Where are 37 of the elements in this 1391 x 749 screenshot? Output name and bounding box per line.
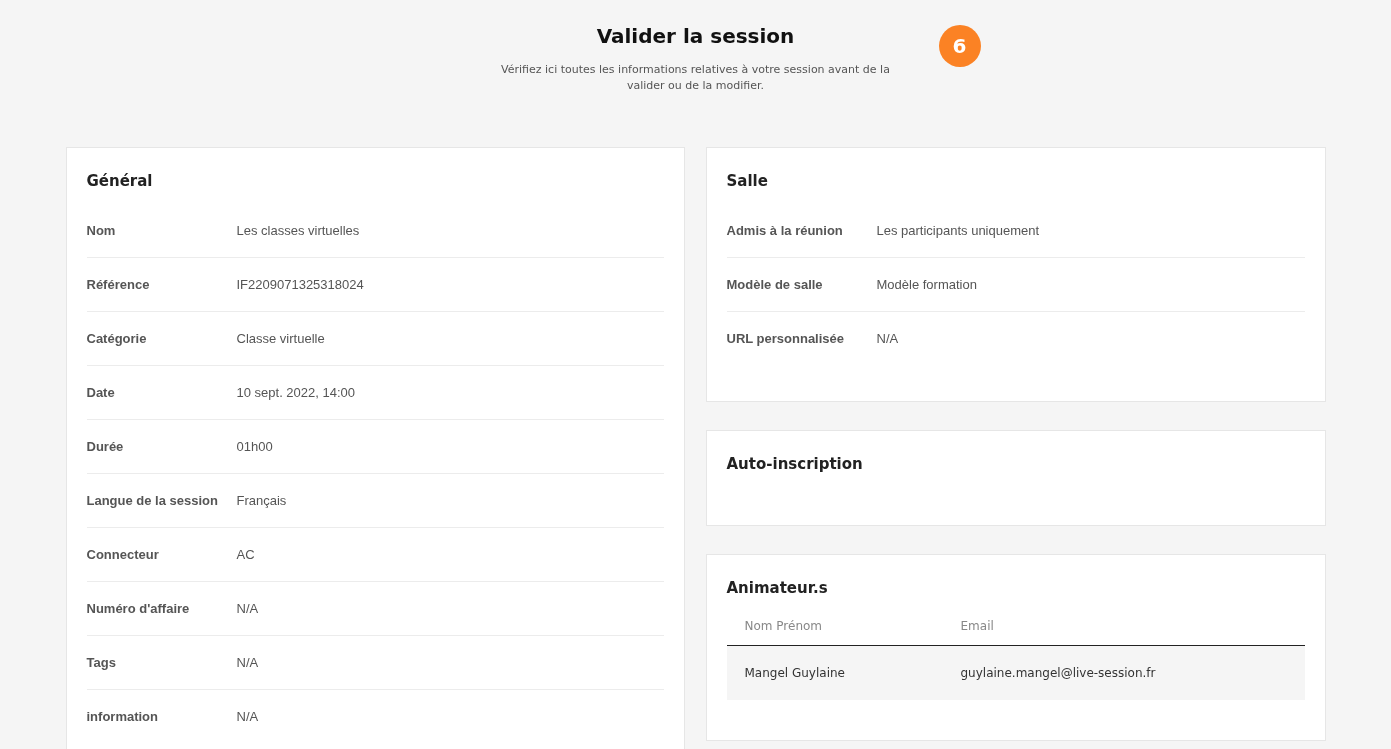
- card-title: Général: [86, 172, 154, 190]
- field-value: 01h00: [236, 439, 273, 454]
- field-label: Numéro d'affaire: [86, 601, 191, 616]
- page-title: Valider la session: [596, 24, 795, 48]
- field-value: Français: [236, 493, 287, 508]
- field-value: IF2209071325318024: [236, 277, 364, 292]
- field-value: AC: [236, 547, 255, 562]
- step-badge: 6: [938, 25, 981, 67]
- field-value: Classe virtuelle: [236, 331, 325, 346]
- room-field-value: Modèle formation: [876, 277, 977, 292]
- field-value: N/A: [236, 709, 259, 724]
- card-title: Salle: [726, 172, 769, 190]
- table-cell: Mangel Guylaine: [726, 645, 943, 700]
- room-field-label: URL personnalisée: [726, 331, 846, 346]
- page-subtitle: Vérifiez ici toutes les informations relatives à votre session avant de la valider ou de la modifier.: [500, 62, 891, 94]
- table-cell: guylaine.mangel@live-session.fr: [942, 645, 1305, 700]
- card-title: Auto-inscription: [726, 455, 864, 473]
- room-field-value: N/A: [876, 331, 899, 346]
- field-label: Langue de la session: [86, 493, 219, 508]
- field-label: Référence: [86, 277, 151, 292]
- column-header: Email: [942, 619, 1305, 646]
- field-label: Connecteur: [86, 547, 160, 562]
- card-title: Animateur.s: [726, 579, 829, 597]
- field-label: Tags: [86, 655, 117, 670]
- field-label: Nom: [86, 223, 117, 238]
- room-field-label: Admis à la réunion: [726, 223, 844, 238]
- field-label: Durée: [86, 439, 125, 454]
- field-value: N/A: [236, 655, 259, 670]
- field-value: Les classes virtuelles: [236, 223, 360, 238]
- field-label: Date: [86, 385, 116, 400]
- field-value: 10 sept. 2022, 14:00: [236, 385, 356, 400]
- room-field-value: Les participants uniquement: [876, 223, 1040, 238]
- column-header: Nom Prénom: [726, 619, 943, 646]
- room-field-label: Modèle de salle: [726, 277, 824, 292]
- field-label: Catégorie: [86, 331, 148, 346]
- field-value: N/A: [236, 601, 259, 616]
- field-label: information: [86, 709, 159, 724]
